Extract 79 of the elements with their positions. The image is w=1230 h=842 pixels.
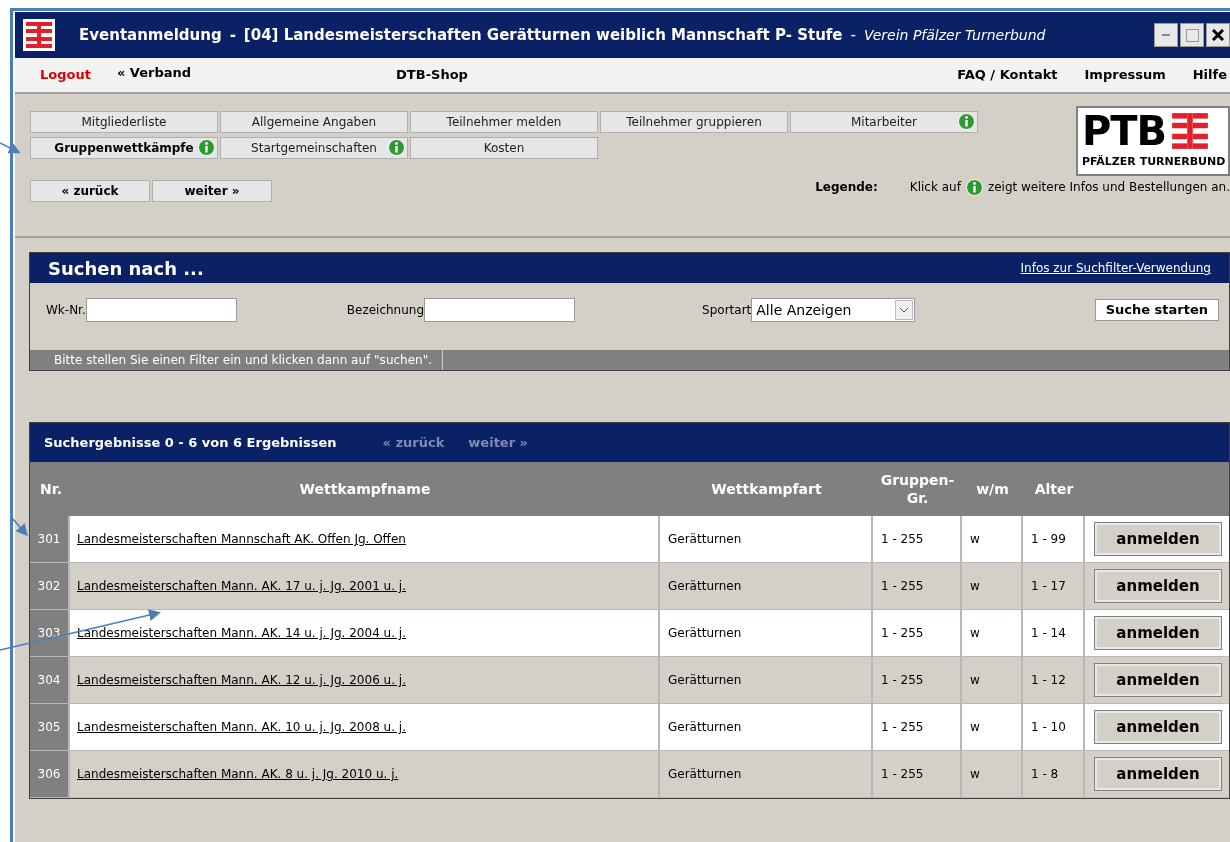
title-separator: - <box>229 24 236 46</box>
field-label: Sportart <box>702 302 752 319</box>
register-button[interactable]: anmelden <box>1095 758 1221 790</box>
maximize-icon <box>1185 28 1199 42</box>
close-button[interactable] <box>1206 23 1230 47</box>
minimize-button[interactable] <box>1154 23 1178 47</box>
column-header: Alter <box>1033 480 1075 498</box>
info-icon <box>965 178 983 196</box>
club-name: Verein Pfälzer Turnerbund <box>863 25 1046 45</box>
column-header: Nr. <box>39 480 63 498</box>
row-number: 305 <box>30 704 70 750</box>
tab[interactable]: Kosten <box>410 137 598 159</box>
menu-link[interactable]: Logout <box>40 65 91 85</box>
legend-label: Legende: <box>815 179 878 196</box>
menu-link[interactable]: Hilfe <box>1192 65 1227 85</box>
info-icon[interactable] <box>198 139 215 156</box>
register-button[interactable]: anmelden <box>1095 711 1221 743</box>
minimize-icon <box>1162 34 1170 36</box>
register-button[interactable]: anmelden <box>1095 664 1221 696</box>
logo-text: PTB <box>1082 108 1167 154</box>
help-link[interactable]: Infos zur Suchfilter-Verwendung <box>1020 259 1211 277</box>
register-button[interactable]: anmelden <box>1095 523 1221 555</box>
chevron-down-icon <box>899 307 910 313</box>
menu-link[interactable]: FAQ / Kontakt <box>957 65 1058 85</box>
results-title: Suchergebnisse 0 - 6 von 6 Ergebnissen <box>44 433 337 452</box>
app-logo-icon <box>23 19 55 51</box>
tab[interactable]: Startgemeinschaften <box>220 137 408 159</box>
search-button[interactable]: Suche starten <box>1094 299 1219 321</box>
row-number: 301 <box>30 516 70 562</box>
column-header: w/m <box>975 480 1010 498</box>
input-field[interactable] <box>85 298 237 322</box>
legend-text: zeigt weitere Infos und Bestellungen an. <box>987 179 1230 196</box>
menu-link[interactable]: « Verband <box>116 63 192 83</box>
input-field[interactable] <box>424 298 576 322</box>
nav-button[interactable]: « zurück <box>30 180 150 202</box>
competition-link[interactable]: Landesmeisterschaften Mann. AK. 8 u. j. Jg. 2010 u. j. <box>77 765 399 783</box>
info-icon[interactable] <box>958 113 975 130</box>
row-number: 306 <box>30 751 70 797</box>
competition-link[interactable]: Landesmeisterschaften Mann. AK. 10 u. j. Jg. 2008 u. j. <box>77 718 406 736</box>
row-number: 304 <box>30 657 70 703</box>
row-number: 302 <box>30 563 70 609</box>
panel-title: Suchen nach ... <box>48 256 204 281</box>
column-header: Wettkampfname <box>298 480 432 498</box>
register-button[interactable]: anmelden <box>1095 617 1221 649</box>
tab[interactable]: Teilnehmer gruppieren <box>600 111 788 133</box>
competition-link[interactable]: Landesmeisterschaften Mann. AK. 14 u. j. Jg. 2004 u. j. <box>77 624 406 642</box>
logo-caption: PFÄLZER TURNERBUND <box>1082 154 1226 170</box>
hint-text: Bitte stellen Sie einen Filter ein und klicken dann auf "suchen". <box>30 350 443 370</box>
table-cell: w <box>962 751 1023 797</box>
field-label: Wk-Nr. <box>46 302 86 319</box>
register-button[interactable]: anmelden <box>1095 570 1221 602</box>
pager-link[interactable]: weiter » <box>468 432 528 453</box>
competition-link[interactable]: Landesmeisterschaften Mann. AK. 12 u. j. Jg. 2006 u. j. <box>77 671 406 689</box>
field-label: Bezeichnung <box>346 302 425 319</box>
row-number: 303 <box>30 610 70 656</box>
tab[interactable]: Allgemeine Angaben <box>220 111 408 133</box>
table-cell: Gerätturnen <box>660 751 873 797</box>
close-icon <box>1212 29 1224 41</box>
competition-link[interactable]: Landesmeisterschaften Mannschaft AK. Offen Jg. Offen <box>77 530 406 548</box>
select-field[interactable]: Alle Anzeigen <box>751 298 916 322</box>
title-separator: - <box>850 24 856 46</box>
select-value: Alle Anzeigen <box>756 300 852 320</box>
nav-button[interactable]: weiter » <box>152 180 272 202</box>
menu-link[interactable]: DTB-Shop <box>396 65 468 85</box>
window-title: Eventanmeldung <box>79 24 222 46</box>
tab[interactable]: Teilnehmer melden <box>410 111 598 133</box>
tab[interactable]: Mitgliederliste <box>30 111 218 133</box>
table-cell: 1 - 255 <box>873 751 962 797</box>
tab[interactable]: Gruppenwettkämpfe <box>30 137 218 159</box>
column-header: Wettkampfart <box>710 480 823 498</box>
info-icon[interactable] <box>388 139 405 156</box>
competition-link[interactable]: Landesmeisterschaften Mann. AK. 17 u. j. Jg. 2001 u. j. <box>77 577 406 595</box>
menu-link[interactable]: Impressum <box>1084 65 1166 85</box>
legend-text: Klick auf <box>909 179 961 196</box>
column-header: Gruppen- Gr. <box>879 471 956 507</box>
pager-link[interactable]: « zurück <box>382 432 445 453</box>
table-cell: 1 - 8 <box>1023 751 1085 797</box>
tab[interactable]: Mitarbeiter <box>790 111 978 133</box>
event-title: [04] Landesmeisterschaften Gerätturnen weiblich Mannschaft P- Stufe <box>243 24 843 46</box>
